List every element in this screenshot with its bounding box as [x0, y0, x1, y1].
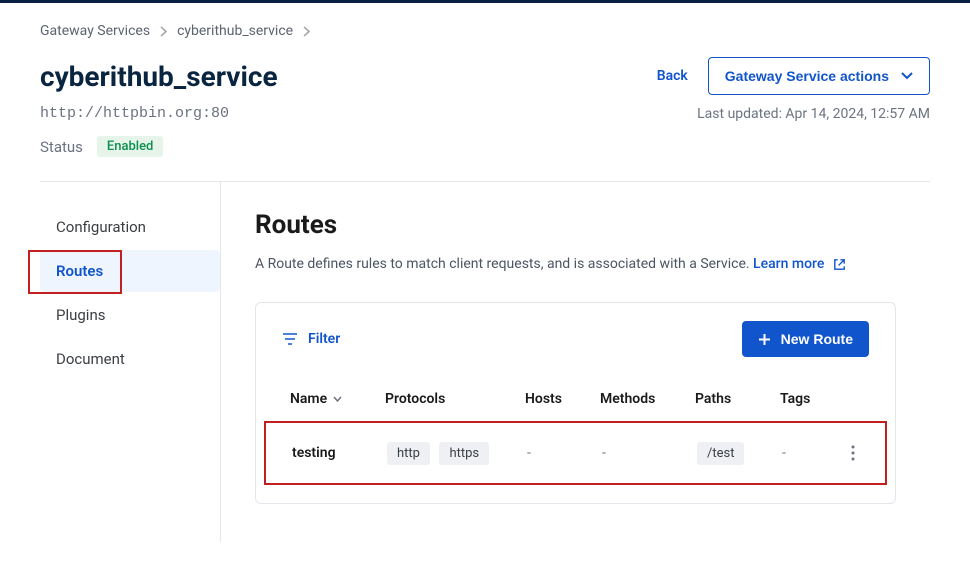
cell-protocols: http https — [387, 442, 527, 465]
status-label: Status — [40, 138, 83, 156]
section-description: A Route defines rules to match client re… — [255, 256, 896, 272]
breadcrumb-current[interactable]: cyberithub_service — [177, 23, 293, 39]
protocol-chip: https — [439, 442, 489, 465]
filter-label: Filter — [308, 331, 340, 347]
last-updated: Last updated: Apr 14, 2024, 12:57 AM — [697, 106, 930, 122]
column-tags: Tags — [780, 391, 845, 407]
back-button[interactable]: Back — [657, 68, 688, 84]
column-methods: Methods — [600, 391, 695, 407]
breadcrumb: Gateway Services cyberithub_service — [40, 23, 930, 39]
service-actions-label: Gateway Service actions — [725, 68, 889, 84]
cell-name: testing — [292, 445, 387, 461]
filter-button[interactable]: Filter — [282, 331, 340, 347]
routes-table: Name Protocols Hosts Methods Paths Tags — [256, 367, 895, 503]
new-route-button[interactable]: New Route — [742, 321, 869, 357]
new-route-label: New Route — [781, 331, 853, 347]
sidebar: Configuration Routes Plugins Document — [40, 182, 221, 542]
column-hosts: Hosts — [525, 391, 600, 407]
sidebar-item-plugins[interactable]: Plugins — [40, 294, 220, 336]
table-row[interactable]: testing http https - - /test - — [264, 421, 887, 485]
status-badge: Enabled — [97, 136, 164, 157]
cell-hosts: - — [527, 445, 602, 461]
column-paths: Paths — [695, 391, 780, 407]
plus-icon — [758, 333, 771, 346]
protocol-chip: http — [387, 442, 430, 465]
sidebar-item-configuration[interactable]: Configuration — [40, 206, 220, 248]
cell-tags: - — [782, 445, 847, 461]
table-header: Name Protocols Hosts Methods Paths Tags — [260, 377, 891, 421]
sidebar-item-routes[interactable]: Routes — [40, 250, 220, 292]
cell-paths: /test — [697, 442, 782, 465]
sidebar-item-document[interactable]: Document — [40, 338, 220, 380]
cell-methods: - — [602, 445, 697, 461]
filter-icon — [282, 332, 298, 346]
sort-icon — [333, 396, 342, 402]
column-protocols: Protocols — [385, 391, 525, 407]
external-link-icon — [832, 257, 847, 272]
learn-more-link[interactable]: Learn more — [753, 256, 847, 272]
page-title: cyberithub_service — [40, 60, 278, 93]
row-actions-button[interactable] — [847, 441, 859, 465]
chevron-right-icon — [303, 26, 310, 37]
path-chip: /test — [697, 442, 744, 465]
chevron-down-icon — [901, 72, 913, 80]
service-actions-button[interactable]: Gateway Service actions — [708, 57, 930, 95]
breadcrumb-root[interactable]: Gateway Services — [40, 23, 150, 39]
service-url: http://httpbin.org:80 — [40, 105, 229, 122]
column-name[interactable]: Name — [290, 391, 385, 407]
section-title: Routes — [255, 210, 896, 240]
chevron-right-icon — [160, 26, 167, 37]
